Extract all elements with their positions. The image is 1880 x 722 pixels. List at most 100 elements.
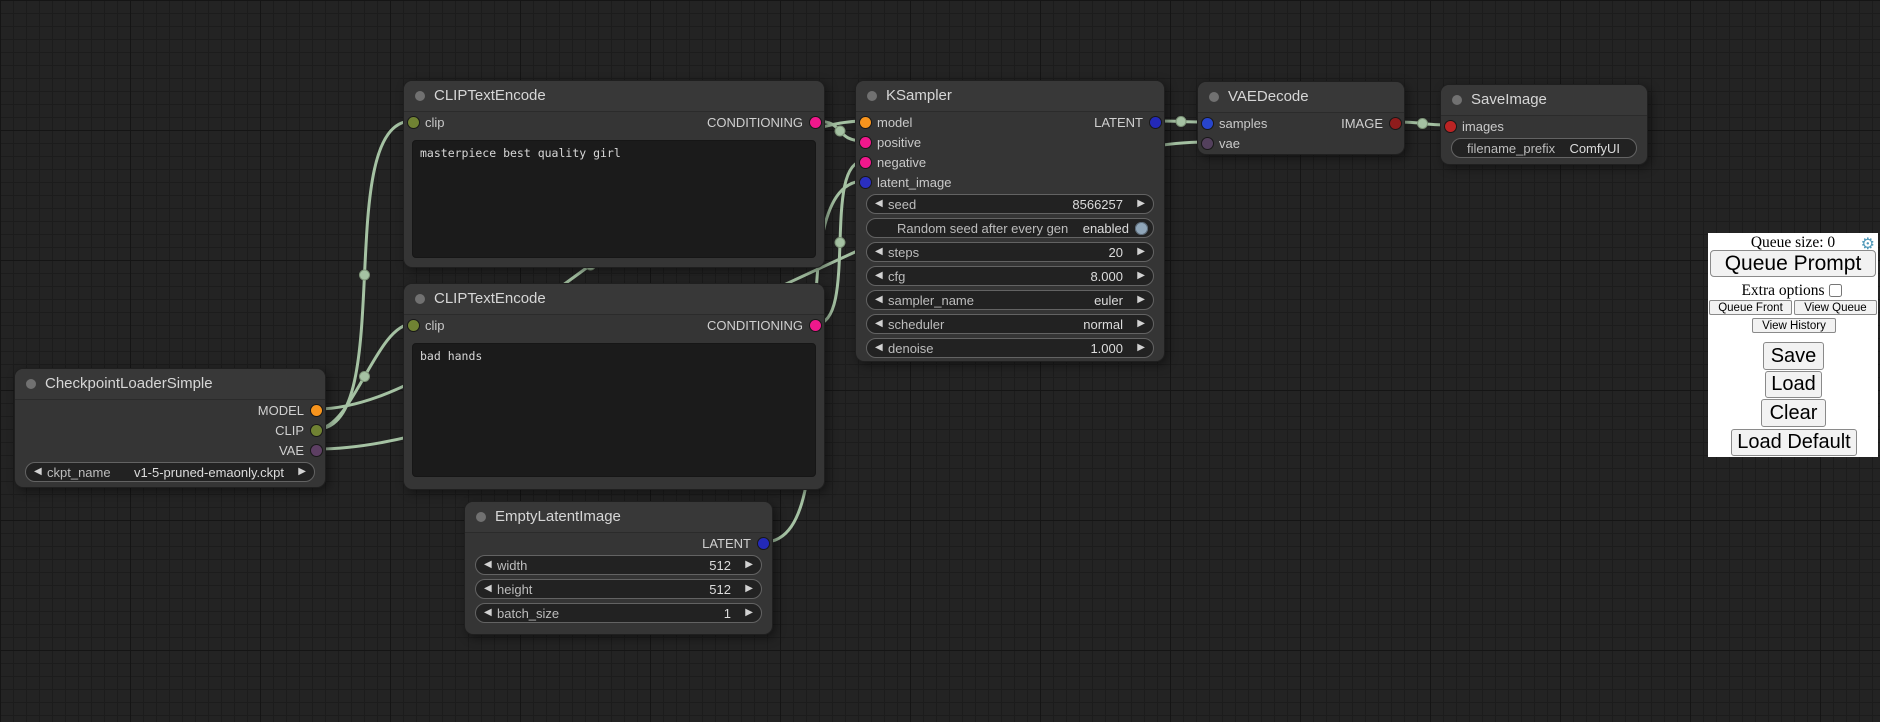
- widget-height[interactable]: ◀ ▶ height 512: [475, 579, 762, 599]
- input-label-vae: vae: [1219, 136, 1240, 151]
- input-dot-negative[interactable]: [860, 157, 871, 168]
- clear-button[interactable]: Clear: [1761, 399, 1826, 427]
- node-title-label: CheckpointLoaderSimple: [45, 375, 213, 392]
- output-dot-LATENT[interactable]: [1150, 117, 1161, 128]
- widget-cfg[interactable]: ◀▶cfg8.000: [866, 266, 1154, 286]
- input-dot-model[interactable]: [860, 117, 871, 128]
- view-queue-button[interactable]: View Queue: [1794, 300, 1877, 315]
- node-collapse-dot[interactable]: [1452, 95, 1462, 105]
- input-label-clip: clip: [425, 115, 445, 130]
- node-title-label: CLIPTextEncode: [434, 87, 546, 104]
- input-port-negative: negative: [856, 152, 1010, 172]
- extra-options-row: Extra options: [1708, 281, 1878, 300]
- output-dot-IMAGE[interactable]: [1390, 118, 1401, 129]
- toggle-knob[interactable]: [1135, 222, 1148, 235]
- widget-value: 20: [1109, 245, 1123, 260]
- load-default-button[interactable]: Load Default: [1731, 429, 1857, 456]
- output-dot-LATENT[interactable]: [758, 538, 769, 549]
- node-titlebar-emptylatent[interactable]: EmptyLatentImage: [465, 502, 772, 533]
- widget-value: 8566257: [1072, 197, 1123, 212]
- node-titlebar-clip-negative[interactable]: CLIPTextEncode: [404, 284, 824, 315]
- node-collapse-dot[interactable]: [867, 91, 877, 101]
- queue-front-button[interactable]: Queue Front: [1709, 300, 1792, 315]
- node-collapse-dot[interactable]: [26, 379, 36, 389]
- widget-seed[interactable]: ◀▶seed8566257: [866, 194, 1154, 214]
- output-dot-CLIP[interactable]: [311, 425, 322, 436]
- input-label-positive: positive: [877, 135, 921, 150]
- node-titlebar-saveimage[interactable]: SaveImage: [1441, 85, 1647, 116]
- widget-label: sampler_name: [888, 293, 974, 308]
- node-collapse-dot[interactable]: [1209, 92, 1219, 102]
- input-dot-samples[interactable]: [1202, 118, 1213, 129]
- widget-left-arrow[interactable]: ◀: [875, 269, 883, 283]
- widget-label: height: [497, 582, 532, 597]
- widget-left-arrow[interactable]: ◀: [875, 317, 883, 331]
- node-collapse-dot[interactable]: [415, 294, 425, 304]
- widget-ckpt-name[interactable]: ◀▶ckpt_namev1-5-pruned-emaonly.ckpt: [25, 462, 315, 482]
- widget-right-arrow[interactable]: ▶: [1137, 245, 1145, 259]
- output-port-CONDITIONING: CONDITIONING: [614, 315, 824, 335]
- widget-sampler-name[interactable]: ◀ ▶ sampler_name euler: [866, 290, 1154, 310]
- widget-value: euler: [1094, 293, 1123, 308]
- output-dot-MODEL[interactable]: [311, 405, 322, 416]
- widget-right-arrow[interactable]: ▶: [745, 558, 753, 572]
- graph-canvas[interactable]: CheckpointLoaderSimpleMODELCLIPVAE◀▶ckpt…: [0, 0, 1880, 722]
- node-ksampler: KSamplermodelpositivenegativelatent_imag…: [855, 80, 1165, 362]
- node-titlebar-clip-positive[interactable]: CLIPTextEncode: [404, 81, 824, 112]
- widget-left-arrow[interactable]: ◀: [484, 558, 492, 572]
- widget-denoise[interactable]: ◀▶denoise1.000: [866, 338, 1154, 358]
- output-dot-VAE[interactable]: [311, 445, 322, 456]
- node-titlebar-checkpoint[interactable]: CheckpointLoaderSimple: [15, 369, 325, 400]
- widget-left-arrow[interactable]: ◀: [875, 293, 883, 307]
- widget-left-arrow[interactable]: ◀: [484, 606, 492, 620]
- output-dot-CONDITIONING[interactable]: [810, 117, 821, 128]
- input-dot-vae[interactable]: [1202, 138, 1213, 149]
- node-clip-negative: CLIPTextEncodeclipCONDITIONINGbad hands: [403, 283, 825, 490]
- prompt-textarea[interactable]: bad hands: [412, 343, 816, 477]
- extra-options-checkbox[interactable]: [1829, 284, 1842, 297]
- widget-left-arrow[interactable]: ◀: [34, 465, 42, 479]
- widget-right-arrow[interactable]: ▶: [1137, 293, 1145, 307]
- prompt-textarea[interactable]: masterpiece best quality girl: [412, 140, 816, 258]
- widget-right-arrow[interactable]: ▶: [1137, 317, 1145, 331]
- widget-left-arrow[interactable]: ◀: [484, 582, 492, 596]
- widget-left-arrow[interactable]: ◀: [875, 245, 883, 259]
- widget-value: 1: [724, 606, 731, 621]
- widget-right-arrow[interactable]: ▶: [298, 465, 306, 479]
- widget-right-arrow[interactable]: ▶: [745, 606, 753, 620]
- queue-prompt-button[interactable]: Queue Prompt: [1710, 250, 1876, 277]
- widget-right-arrow[interactable]: ▶: [1137, 341, 1145, 355]
- widget-right-arrow[interactable]: ▶: [745, 582, 753, 596]
- output-label-LATENT: LATENT: [1094, 115, 1143, 130]
- widget-batch-size[interactable]: ◀▶batch_size1: [475, 603, 762, 623]
- widget-right-arrow[interactable]: ▶: [1137, 197, 1145, 211]
- widget-width[interactable]: ◀▶width512: [475, 555, 762, 575]
- input-dot-clip[interactable]: [408, 320, 419, 331]
- save-button[interactable]: Save: [1763, 342, 1824, 370]
- widget-random-seed-after-every-gen[interactable]: Random seed after every genenabled: [866, 218, 1154, 238]
- output-port-LATENT: LATENT: [619, 533, 773, 553]
- widget-value: 512: [709, 582, 731, 597]
- output-port-MODEL: MODEL: [170, 400, 325, 420]
- node-titlebar-ksampler[interactable]: KSampler: [856, 81, 1164, 112]
- widget-left-arrow[interactable]: ◀: [875, 341, 883, 355]
- widget-left-arrow[interactable]: ◀: [875, 197, 883, 211]
- widget-steps[interactable]: ◀▶steps20: [866, 242, 1154, 262]
- input-dot-images[interactable]: [1445, 121, 1456, 132]
- node-collapse-dot[interactable]: [415, 91, 425, 101]
- input-label-negative: negative: [877, 155, 926, 170]
- widget-filename-prefix[interactable]: filename_prefixComfyUI: [1451, 138, 1637, 158]
- view-history-button[interactable]: View History: [1752, 318, 1836, 333]
- load-button[interactable]: Load: [1765, 371, 1822, 398]
- widget-label: filename_prefix: [1467, 141, 1555, 156]
- input-dot-positive[interactable]: [860, 137, 871, 148]
- input-port-latent_image: latent_image: [856, 172, 1010, 192]
- input-port-positive: positive: [856, 132, 1010, 152]
- node-collapse-dot[interactable]: [476, 512, 486, 522]
- input-dot-latent_image[interactable]: [860, 177, 871, 188]
- node-titlebar-vaedecode[interactable]: VAEDecode: [1198, 82, 1404, 113]
- input-dot-clip[interactable]: [408, 117, 419, 128]
- widget-scheduler[interactable]: ◀▶schedulernormal: [866, 314, 1154, 334]
- widget-right-arrow[interactable]: ▶: [1137, 269, 1145, 283]
- output-dot-CONDITIONING[interactable]: [810, 320, 821, 331]
